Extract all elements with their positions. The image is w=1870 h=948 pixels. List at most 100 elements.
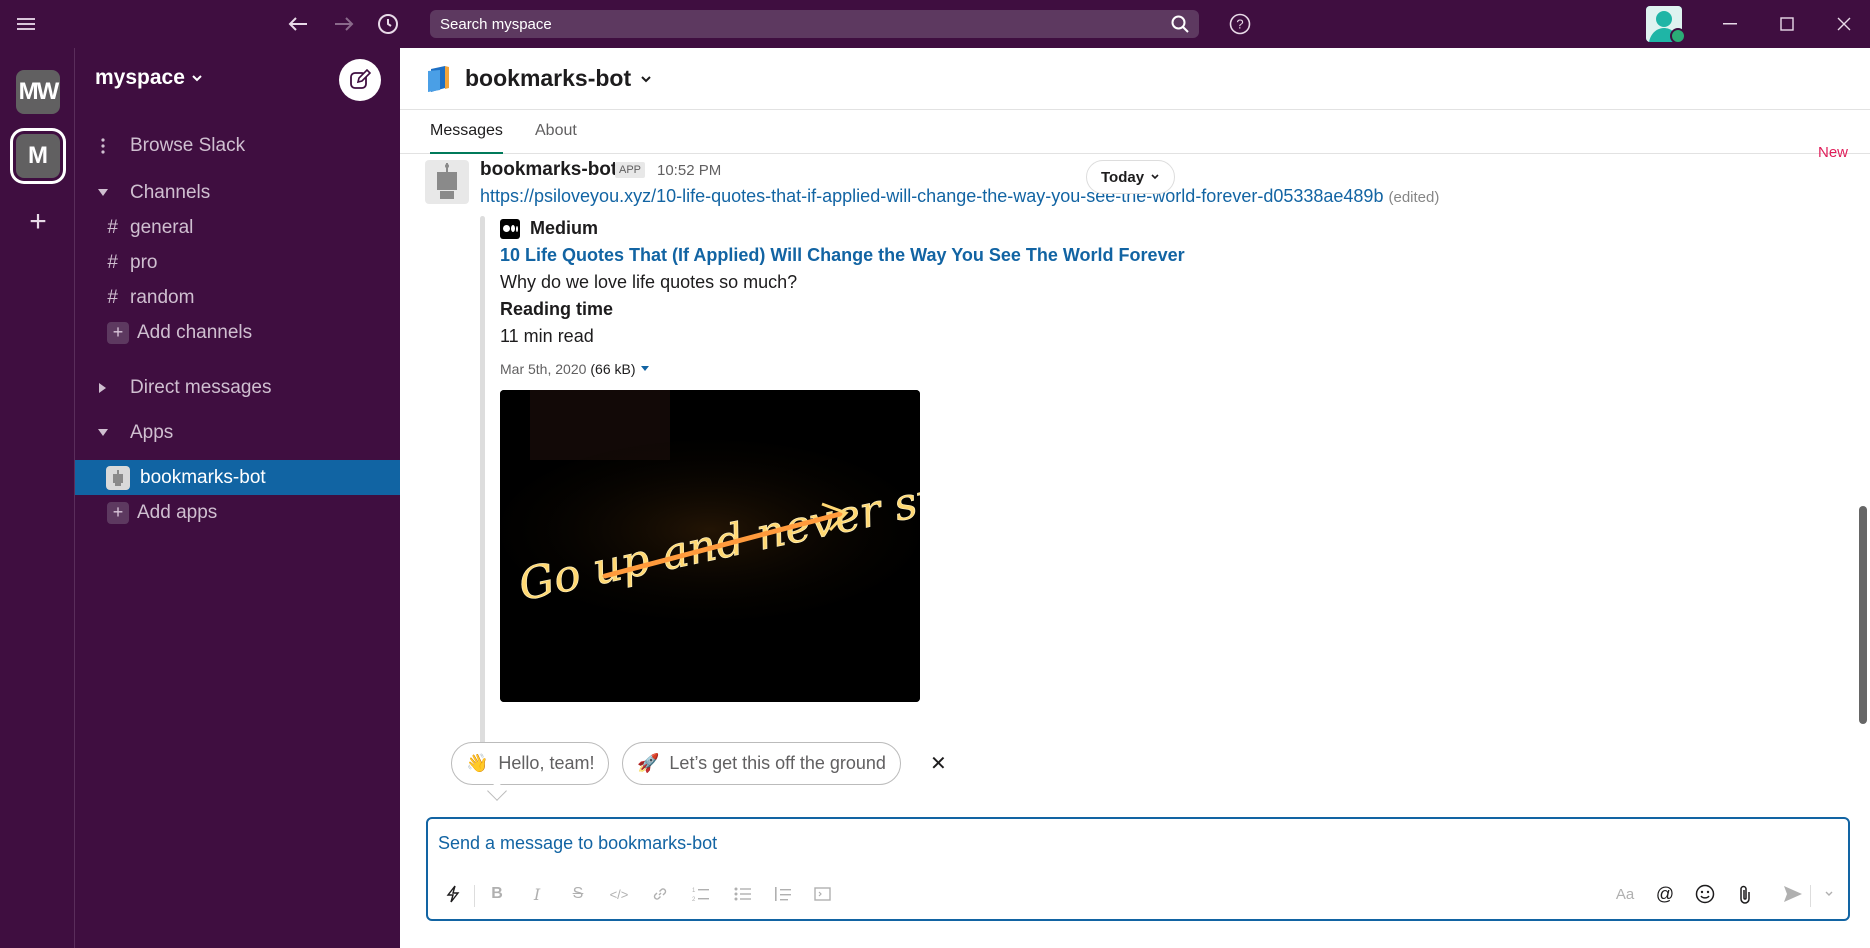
dms-section-header[interactable]: Direct messages — [75, 370, 400, 405]
ordered-list-icon[interactable]: 12 — [688, 881, 714, 907]
unfurl-service-name: Medium — [530, 218, 599, 238]
message-timestamp[interactable]: 10:52 PM — [657, 162, 721, 179]
add-apps-button[interactable]: + Add apps — [75, 495, 400, 530]
menu-icon[interactable] — [14, 12, 38, 36]
svg-text:2: 2 — [692, 897, 696, 902]
date-divider-label: Today — [1101, 168, 1145, 186]
rocket-emoji-icon: 🚀 — [637, 753, 660, 773]
hash-icon: # — [107, 251, 118, 273]
search-bar[interactable]: Search myspace — [430, 10, 1199, 38]
sidebar-item-pro[interactable]: # pro — [75, 245, 400, 280]
close-icon[interactable] — [1832, 12, 1856, 36]
bold-icon[interactable]: B — [484, 881, 510, 907]
suggestion-get-started[interactable]: 🚀 Let’s get this off the ground — [622, 742, 901, 785]
status-icon — [1670, 28, 1686, 44]
scrollbar-thumb[interactable] — [1859, 506, 1867, 724]
add-workspace-icon[interactable]: + — [22, 205, 54, 238]
sidebar: myspace Browse Slack Channels # general … — [75, 48, 400, 948]
workspace-mw[interactable]: MW — [16, 70, 60, 114]
bulleted-list-icon[interactable] — [730, 881, 756, 907]
send-icon[interactable] — [1780, 881, 1806, 907]
workspace-name[interactable]: myspace — [95, 66, 203, 90]
channel-title[interactable]: bookmarks-bot — [465, 65, 631, 92]
search-placeholder: Search myspace — [440, 15, 552, 33]
sidebar-item-bookmarks-bot[interactable]: bookmarks-bot — [75, 460, 400, 495]
code-icon[interactable]: </> — [606, 881, 632, 907]
caret-down-icon[interactable] — [640, 365, 650, 373]
sidebar-item-random[interactable]: # random — [75, 280, 400, 315]
search-icon[interactable] — [1171, 15, 1189, 37]
link-icon[interactable] — [647, 881, 673, 907]
hash-icon: # — [107, 216, 118, 238]
sidebar-item-general[interactable]: # general — [75, 210, 400, 245]
workspace-name-label: myspace — [95, 66, 185, 89]
channels-header-label: Channels — [130, 181, 211, 203]
channel-tabs: Messages About — [400, 110, 1870, 154]
unfurl-field-title: Reading time — [500, 299, 614, 319]
unfurl-title-link[interactable]: 10 Life Quotes That (If Applied) Will Ch… — [500, 245, 1185, 266]
main-pane: bookmarks-bot Messages About New bookmar… — [400, 48, 1870, 948]
italic-icon[interactable]: I — [524, 881, 550, 907]
image-size: (66 kB) — [590, 361, 636, 377]
emoji-icon[interactable] — [1692, 881, 1718, 907]
medium-logo-icon — [500, 218, 520, 239]
message-input[interactable] — [438, 833, 1438, 854]
tab-about[interactable]: About — [535, 110, 577, 154]
chevron-down-icon — [192, 75, 202, 82]
chevron-down-icon[interactable] — [639, 74, 653, 84]
plus-icon: + — [107, 321, 129, 344]
dismiss-suggestions-icon[interactable]: ✕ — [930, 751, 947, 776]
workspace-rail: MW M + — [0, 48, 75, 948]
maximize-icon[interactable] — [1775, 12, 1799, 36]
minimize-icon[interactable] — [1718, 12, 1742, 36]
suggestion-hello-team[interactable]: 👋 Hello, team! — [451, 742, 610, 785]
forward-arrow-icon[interactable] — [332, 12, 356, 36]
apps-section-header[interactable]: Apps — [75, 415, 400, 450]
attachment-icon[interactable] — [1732, 881, 1758, 907]
hash-icon: # — [107, 286, 118, 308]
strikethrough-icon[interactable]: S — [565, 881, 591, 907]
image-meta: Mar 5th, 2020 (66 kB) — [500, 361, 650, 377]
compose-button[interactable] — [339, 59, 381, 101]
plus-icon: + — [107, 501, 129, 524]
message-composer: B I S </> 12 Aa @ — [426, 817, 1850, 921]
workspace-m[interactable]: M — [16, 134, 60, 178]
dms-header-label: Direct messages — [130, 376, 272, 398]
attachment-bar — [480, 216, 485, 750]
unfurl-image[interactable]: Go up and never stop — [500, 390, 920, 702]
caret-down-icon — [75, 428, 130, 437]
title-bar: Search myspace ? — [0, 0, 1870, 48]
channel-header: bookmarks-bot — [400, 48, 1870, 110]
formatting-toggle-icon[interactable]: Aa — [1612, 881, 1638, 907]
bot-avatar[interactable] — [425, 160, 469, 204]
add-channels-button[interactable]: + Add channels — [75, 315, 400, 350]
more-vertical-icon — [75, 137, 130, 154]
mention-icon[interactable]: @ — [1652, 881, 1678, 907]
date-divider-button[interactable]: Today — [1086, 160, 1176, 194]
back-arrow-icon[interactable] — [286, 12, 310, 36]
image-date: Mar 5th, 2020 — [500, 361, 587, 377]
unfurl-service: Medium — [500, 218, 598, 239]
code-block-icon[interactable] — [810, 881, 836, 907]
channels-section-header[interactable]: Channels — [75, 175, 400, 210]
channel-label: pro — [130, 251, 158, 273]
message-author[interactable]: bookmarks-bot — [480, 159, 617, 181]
chevron-down-icon — [1151, 174, 1159, 180]
message-link[interactable]: https://psiloveyou.xyz/10-life-quotes-th… — [480, 186, 1383, 206]
wave-emoji-icon: 👋 — [466, 753, 489, 773]
browse-slack[interactable]: Browse Slack — [75, 128, 400, 163]
lightning-shortcuts-icon[interactable] — [440, 881, 466, 907]
channel-label: general — [130, 216, 194, 238]
help-icon[interactable]: ? — [1228, 12, 1252, 36]
new-messages-label: New — [1817, 144, 1848, 161]
tab-messages[interactable]: Messages — [430, 110, 503, 154]
blockquote-icon[interactable] — [770, 881, 796, 907]
edited-label: (edited) — [1388, 189, 1440, 206]
send-options-chevron-icon[interactable] — [1816, 881, 1842, 907]
svg-text:?: ? — [1236, 17, 1243, 32]
app-badge: APP — [615, 162, 646, 178]
caret-down-icon — [75, 188, 130, 197]
history-icon[interactable] — [376, 12, 400, 36]
browse-slack-label: Browse Slack — [130, 134, 246, 156]
channel-label: random — [130, 286, 195, 308]
